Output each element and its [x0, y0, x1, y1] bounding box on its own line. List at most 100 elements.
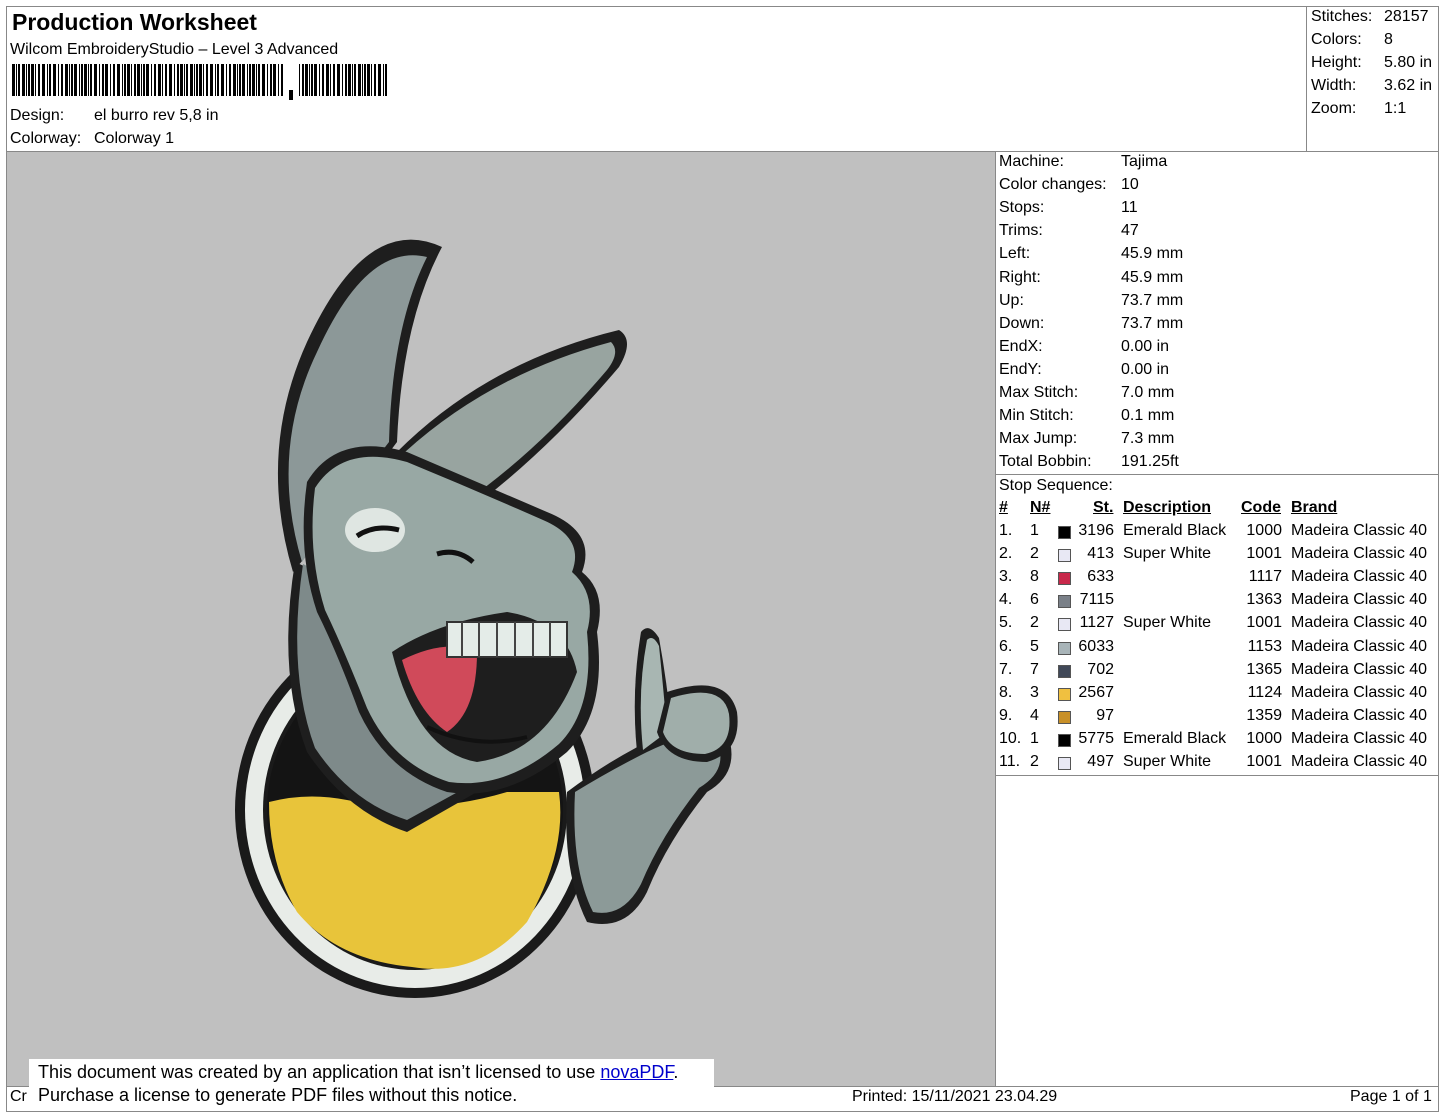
info-row: Up: 73.7 mm [999, 292, 1439, 315]
stat-value: 5.80 in [1384, 54, 1433, 71]
needle-number: 1 [1030, 522, 1039, 539]
stitch-count: 633 [1087, 568, 1114, 586]
barcode-bar [262, 64, 265, 96]
barcode-bar [345, 64, 347, 96]
barcode-bar [249, 64, 251, 96]
col-header-n: N# [1030, 499, 1051, 516]
thread-description: Super White [1123, 614, 1212, 632]
barcode-bar [215, 64, 216, 96]
thread-code: 1359 [1246, 706, 1282, 724]
thread-code: 1001 [1246, 753, 1282, 770]
stat-row: Width: 3.62 in [1311, 77, 1437, 100]
barcode-bar [196, 64, 198, 96]
barcode-bar [84, 64, 87, 96]
notice-text: This document was created by an applicat… [38, 1062, 601, 1082]
barcode-bar [143, 64, 145, 96]
info-value: 45.9 mm [1121, 268, 1184, 286]
info-value: 73.7 mm [1121, 291, 1184, 309]
info-label: Total Bobbin: [999, 453, 1092, 471]
barcode-image [12, 64, 387, 100]
barcode-bar [99, 64, 100, 96]
barcode-bar [26, 64, 27, 96]
needle-number: 5 [1030, 637, 1039, 655]
barcode-bar [206, 64, 208, 96]
colorway-value: Colorway 1 [94, 130, 175, 147]
stat-row: Colors: 8 [1311, 31, 1437, 54]
row-number: 3. [999, 568, 1013, 586]
barcode-bar [322, 64, 324, 96]
barcode-bar [237, 64, 238, 96]
stat-label: Stitches: [1311, 8, 1373, 25]
barcode-bar [258, 64, 260, 96]
stat-value: 1:1 [1384, 100, 1407, 117]
barcode-bar [348, 64, 351, 96]
table-row: 9. 4 97 1359 Madeira Classic 40 [999, 707, 1439, 730]
stitch-count: 497 [1087, 753, 1114, 770]
barcode-bar [352, 64, 353, 96]
thread-description: Emerald Black [1123, 522, 1227, 539]
stat-label: Height: [1311, 54, 1362, 71]
barcode-bar [385, 64, 387, 96]
stitch-count: 2567 [1078, 683, 1114, 701]
thread-brand: Madeira Classic 40 [1291, 591, 1428, 609]
barcode-bar [154, 64, 156, 96]
row-number: 2. [999, 545, 1013, 563]
row-number: 7. [999, 660, 1013, 678]
thread-brand: Madeira Classic 40 [1291, 706, 1428, 724]
barcode-bar [58, 64, 59, 96]
barcode-bar [90, 64, 92, 96]
color-swatch [1058, 595, 1071, 609]
color-swatch [1058, 733, 1071, 747]
barcode-bar [267, 64, 268, 96]
barcode-bar [311, 64, 313, 96]
info-row: Machine: Tajima [999, 153, 1439, 176]
stat-label: Colors: [1311, 31, 1362, 48]
info-value: 45.9 mm [1121, 245, 1184, 263]
barcode-bar [137, 64, 140, 96]
license-notice: This document was created by an applicat… [29, 1059, 714, 1111]
barcode-bar [131, 64, 132, 96]
barcode-bar [256, 64, 257, 96]
needle-number: 3 [1030, 683, 1039, 701]
barcode-bar [302, 64, 304, 96]
thread-code: 1000 [1246, 522, 1282, 539]
needle-number: 6 [1030, 591, 1039, 609]
barcode-bar [199, 64, 202, 96]
info-value: 191.25ft [1121, 453, 1179, 471]
col-header-num: # [999, 499, 1008, 516]
col-header-st: St. [1093, 499, 1114, 516]
barcode-bar [31, 64, 34, 96]
info-value: 10 [1121, 176, 1139, 194]
row-number: 6. [999, 637, 1013, 655]
barcode-bar [165, 64, 167, 96]
info-label: Max Stitch: [999, 384, 1079, 401]
barcode-bar [28, 64, 30, 96]
stitch-count: 7115 [1079, 591, 1114, 609]
row-number: 1. [999, 522, 1013, 539]
thread-description: Super White [1123, 545, 1212, 563]
info-row: EndX: 0.00 in [999, 338, 1439, 361]
table-row: 2. 2 413 Super White 1001 Madeira Classic 40 [999, 545, 1439, 568]
barcode-bar [278, 64, 279, 96]
barcode-bar [309, 64, 310, 96]
barcode-bar [333, 64, 335, 96]
stat-value: 3.62 in [1384, 77, 1433, 94]
thread-brand: Madeira Classic 40 [1291, 753, 1428, 770]
info-row: Left: 45.9 mm [999, 245, 1439, 268]
color-swatch [1058, 710, 1071, 724]
barcode-bar [174, 64, 175, 96]
info-label: Min Stitch: [999, 407, 1074, 425]
thread-brand: Madeira Classic 40 [1291, 614, 1428, 632]
novapdf-link[interactable]: novaPDF [600, 1062, 673, 1082]
stat-row: Height: 5.80 in [1311, 54, 1437, 77]
needle-number: 2 [1030, 753, 1039, 770]
barcode-bar [102, 64, 104, 96]
notice-line-2: Purchase a license to generate PDF files… [38, 1085, 518, 1105]
needle-number: 7 [1030, 660, 1039, 678]
barcode-bar [134, 64, 136, 96]
barcode-bar [94, 64, 97, 96]
barcode-bar [162, 64, 163, 96]
barcode-bar [22, 64, 25, 96]
barcode-bar [330, 64, 331, 96]
col-header-brand: Brand [1291, 499, 1338, 516]
